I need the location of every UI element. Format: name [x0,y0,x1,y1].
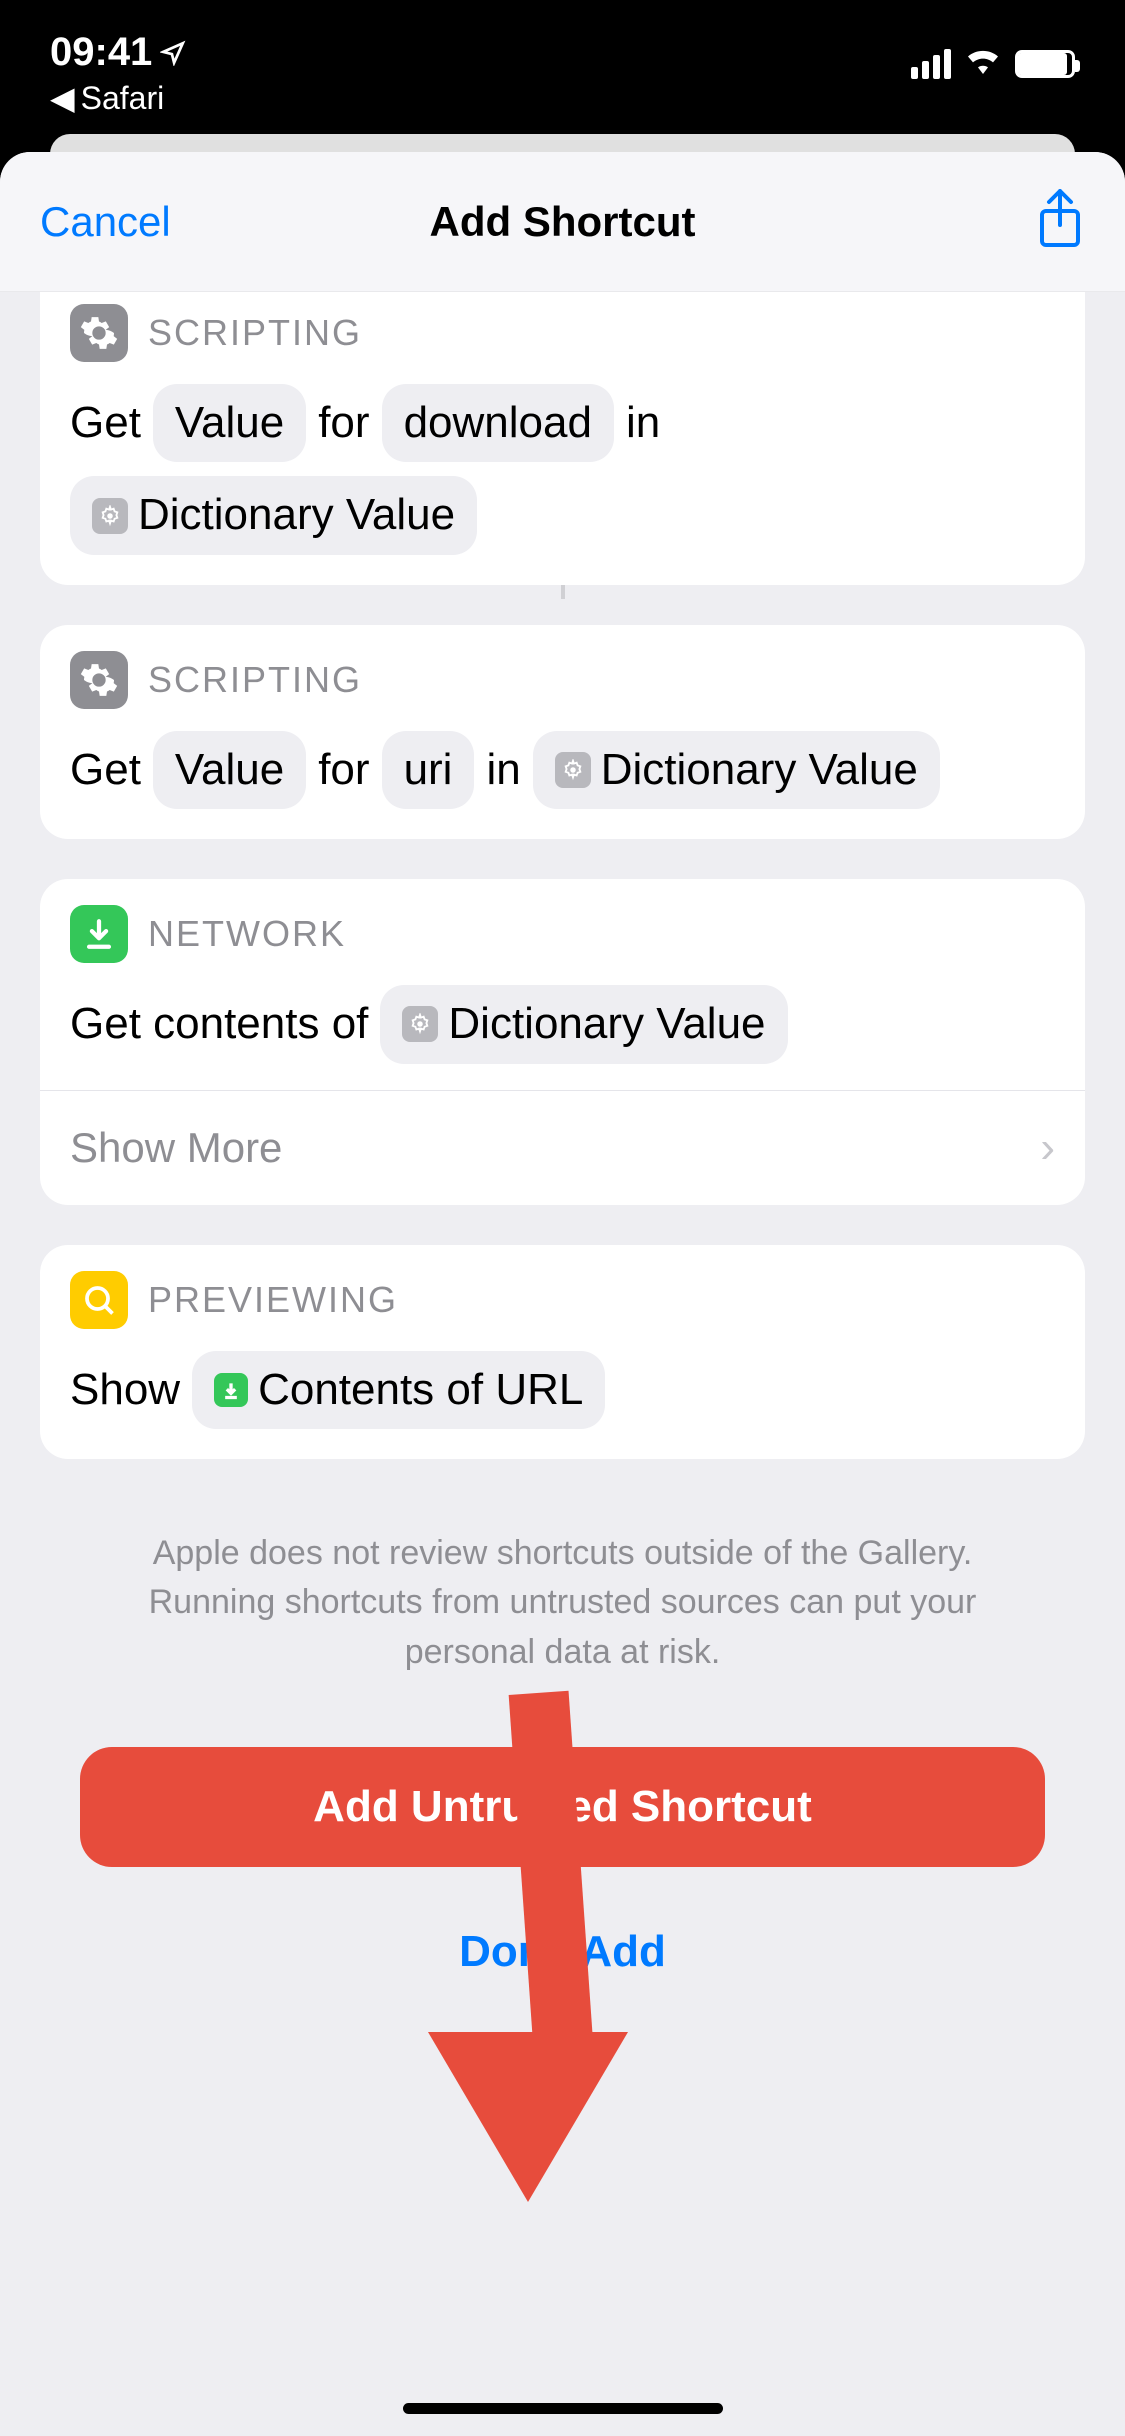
contents-token[interactable]: Contents of URL [192,1351,605,1429]
dictionary-token[interactable]: Dictionary Value [380,985,787,1063]
gear-icon [70,651,128,709]
preview-icon [70,1271,128,1329]
download-icon [70,905,128,963]
gear-icon [92,498,128,534]
dictionary-token[interactable]: Dictionary Value [70,476,477,554]
action-text: for [318,735,369,805]
battery-icon [1015,50,1075,78]
download-icon [214,1373,248,1407]
action-card-network: NETWORK Get contents of Dictionary Value… [40,879,1085,1204]
action-card-scripting-download: SCRIPTING Get Value for download in Dict… [40,292,1085,585]
action-text: in [486,735,520,805]
action-card-previewing: PREVIEWING Show Contents of URL [40,1245,1085,1459]
value-token[interactable]: Value [153,384,306,462]
cancel-button[interactable]: Cancel [40,198,171,246]
key-token[interactable]: download [382,384,614,462]
back-to-safari[interactable]: ◀Safari [50,79,186,117]
card-category: PREVIEWING [148,1279,398,1321]
value-token[interactable]: Value [153,731,306,809]
add-untrusted-shortcut-button[interactable]: Add Untrusted Shortcut [80,1747,1045,1867]
home-indicator[interactable] [403,2403,723,2414]
card-category: SCRIPTING [148,659,362,701]
location-icon [160,40,186,66]
action-text: in [626,388,660,458]
status-bar: 09:41 ◀Safari [0,0,1125,130]
dont-add-button[interactable]: Don't Add [40,1927,1085,1977]
gear-icon [555,752,591,788]
wifi-icon [963,44,1003,83]
action-card-scripting-uri: SCRIPTING Get Value for uri in Dictionar… [40,625,1085,839]
action-text: Show [70,1355,180,1425]
action-text: Get [70,388,141,458]
disclaimer-text: Apple does not review shortcuts outside … [40,1459,1085,1717]
gear-icon [70,304,128,362]
actions-list[interactable]: SCRIPTING Get Value for download in Dict… [0,292,1125,2436]
card-category: SCRIPTING [148,312,362,354]
dictionary-token[interactable]: Dictionary Value [533,731,940,809]
status-time: 09:41 [50,30,186,75]
modal-header: Cancel Add Shortcut [0,152,1125,292]
share-button[interactable] [1035,189,1085,254]
card-category: NETWORK [148,913,346,955]
cellular-icon [911,49,951,79]
show-more-button[interactable]: Show More › [40,1090,1085,1205]
share-icon [1035,189,1085,249]
add-shortcut-modal: Cancel Add Shortcut SCRIPTING Get Value [0,152,1125,2436]
action-text: Get contents of [70,989,368,1059]
gear-icon [402,1006,438,1042]
action-text: Get [70,735,141,805]
key-token[interactable]: uri [382,731,475,809]
chevron-right-icon: › [1040,1123,1055,1173]
action-text: for [318,388,369,458]
